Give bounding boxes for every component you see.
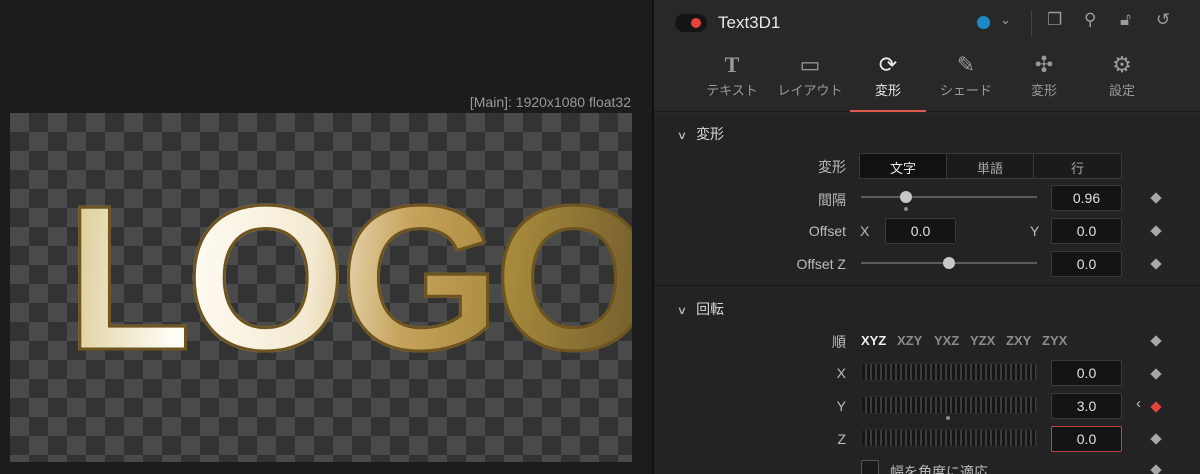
viewer-canvas[interactable]: LOGO [10, 113, 632, 462]
inspector-tabs: T テキスト ▭ レイアウト ⟳ 変形 ✎ シェード ✣ 変形 ⚙ 設定 [654, 46, 1200, 112]
section-transform-header[interactable]: ∨ 変形 [676, 124, 725, 144]
tab-layout[interactable]: ▭ レイアウト [772, 46, 848, 112]
order-zxy-button[interactable]: ZXY [1006, 333, 1031, 348]
tab-shade[interactable]: ✎ シェード [928, 46, 1004, 112]
order-yxz-button[interactable]: YXZ [934, 333, 959, 348]
keyframe-diamond-icon[interactable] [1150, 433, 1162, 445]
chevron-down-icon: ∨ [676, 130, 688, 142]
rotation-y-label: Y [836, 398, 846, 414]
fit-width-to-angle-label: 幅を角度に適応 [890, 464, 988, 474]
mode-line-button[interactable]: 行 [1034, 154, 1121, 178]
section-title: 変形 [696, 126, 725, 142]
tab-settings[interactable]: ⚙ 設定 [1084, 46, 1160, 112]
keyframe-diamond-icon[interactable] [1150, 464, 1162, 474]
offset-z-slider-knob[interactable] [943, 257, 955, 269]
node-color-swatch[interactable] [977, 16, 990, 29]
section-title: 回転 [696, 301, 725, 317]
mode-word-button[interactable]: 単語 [947, 154, 1034, 178]
rotation-order-label: 順 [832, 334, 846, 350]
rotation-z-label: Z [837, 431, 846, 447]
viewer-panel: [Main]: 1920x1080 float32 LOGO [0, 0, 650, 474]
rotation-z-field[interactable]: 0.0 [1051, 426, 1122, 452]
chevron-down-icon: ∨ [676, 305, 688, 317]
spacing-slider-knob[interactable] [900, 191, 912, 203]
rotation-z-thumbwheel[interactable] [861, 429, 1037, 447]
viewer-resolution-info: [Main]: 1920x1080 float32 [469, 94, 631, 110]
chevron-left-icon[interactable]: ‹ [1136, 396, 1141, 411]
inspector-title-bar: Text3D1 ⌄ ❐ ⚲ 🔓︎ ↺ [654, 0, 1200, 46]
tab-3d-transform[interactable]: ✣ 変形 [1006, 46, 1082, 112]
brush-icon: ✎ [956, 52, 976, 77]
keyframe-diamond-icon[interactable] [1150, 368, 1162, 380]
order-zyx-button[interactable]: ZYX [1042, 333, 1067, 348]
inspector-content: ∨ 変形 変形 文字 単語 行 間隔 0.96 Offset X 0.0 Y 0.… [654, 113, 1200, 474]
node-enable-toggle[interactable] [675, 14, 707, 32]
keyframe-diamond-icon[interactable] [1150, 192, 1162, 204]
rotation-x-thumbwheel[interactable] [861, 363, 1037, 381]
title-bar-divider [1031, 10, 1032, 36]
chevron-down-icon[interactable]: ⌄ [1000, 13, 1011, 26]
3d-transform-icon: ✣ [1034, 52, 1054, 77]
offset-label: Offset [808, 223, 846, 239]
rotation-y-field[interactable]: 3.0 [1051, 393, 1122, 419]
default-value-tick [904, 207, 908, 211]
layout-icon: ▭ [799, 52, 821, 77]
tab-text[interactable]: T テキスト [694, 46, 770, 112]
spacing-value-field[interactable]: 0.96 [1051, 185, 1122, 211]
transform-mode-segmented: 文字 単語 行 [859, 153, 1122, 179]
pin-icon[interactable]: ⚲ [1084, 11, 1096, 28]
order-xzy-button[interactable]: XZY [897, 333, 922, 348]
offset-y-label: Y [1030, 223, 1040, 239]
section-divider [654, 285, 1200, 286]
default-value-tick [946, 416, 950, 420]
tab-transform[interactable]: ⟳ 変形 [850, 46, 926, 112]
text-icon: T [724, 52, 740, 77]
mode-character-button[interactable]: 文字 [860, 154, 947, 178]
keyframe-diamond-icon[interactable] [1150, 225, 1162, 237]
inspector-panel: Text3D1 ⌄ ❐ ⚲ 🔓︎ ↺ T テキスト ▭ レイアウト ⟳ 変形 ✎… [652, 0, 1200, 474]
rotation-x-label: X [836, 365, 846, 381]
order-yzx-button[interactable]: YZX [970, 333, 995, 348]
tab-label: レイアウト [777, 83, 843, 98]
tab-label: 変形 [874, 83, 901, 98]
tab-label: テキスト [706, 83, 758, 98]
transform-mode-label: 変形 [818, 159, 846, 175]
offset-y-field[interactable]: 0.0 [1051, 218, 1122, 244]
section-rotation-header[interactable]: ∨ 回転 [676, 299, 725, 319]
lock-icon[interactable]: 🔓︎ [1120, 11, 1131, 28]
rotation-x-field[interactable]: 0.0 [1051, 360, 1122, 386]
keyframe-diamond-icon[interactable] [1150, 258, 1162, 270]
settings-icon: ⚙ [1112, 52, 1132, 77]
reset-icon[interactable]: ↺ [1156, 11, 1170, 28]
node-title: Text3D1 [718, 13, 781, 32]
spacing-label: 間隔 [818, 192, 846, 208]
versions-icon[interactable]: ❐ [1047, 11, 1062, 28]
fit-width-to-angle-checkbox[interactable] [861, 460, 879, 474]
keyframe-diamond-icon[interactable] [1150, 335, 1162, 347]
toggle-indicator [691, 18, 701, 28]
tab-label: シェード [939, 83, 992, 98]
tab-label: 変形 [1030, 83, 1057, 98]
offset-x-label: X [860, 223, 870, 239]
rotation-y-thumbwheel[interactable] [861, 396, 1037, 414]
offset-z-field[interactable]: 0.0 [1051, 251, 1122, 277]
offset-x-field[interactable]: 0.0 [885, 218, 956, 244]
order-xyz-button[interactable]: XYZ [861, 333, 886, 348]
keyframe-active-diamond-icon[interactable] [1150, 401, 1162, 413]
transform-icon: ⟳ [878, 52, 898, 77]
spacing-slider[interactable] [861, 196, 1037, 198]
tab-label: 設定 [1108, 83, 1135, 98]
logo-text-render: LOGO [65, 174, 632, 383]
offset-z-label: Offset Z [796, 256, 846, 272]
